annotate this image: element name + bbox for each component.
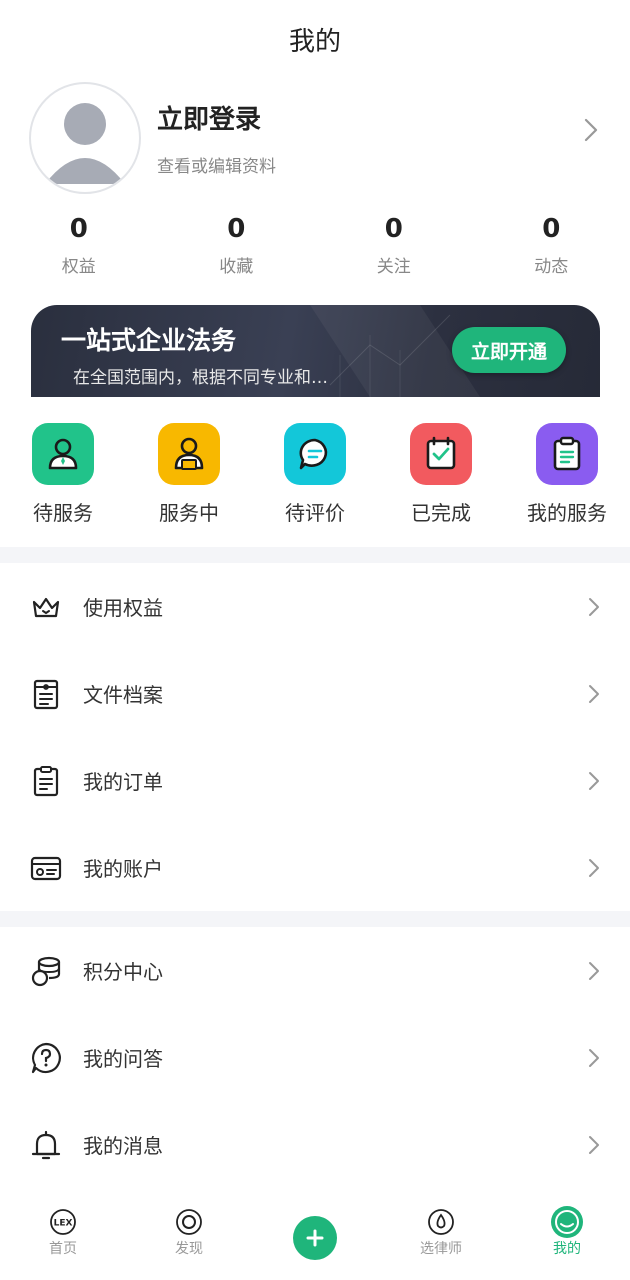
service-label: 我的服务: [527, 501, 607, 525]
menu-item-points-center[interactable]: 积分中心: [0, 927, 630, 1014]
service-my-services[interactable]: 我的服务: [504, 423, 630, 547]
stat-activity[interactable]: 0 动态: [473, 214, 630, 293]
menu-item-my-account[interactable]: 我的账户: [0, 824, 630, 911]
stat-following[interactable]: 0 关注: [315, 214, 473, 293]
tab-label: 首页: [49, 1241, 77, 1257]
file-archive-icon: [30, 678, 62, 710]
stat-label: 权益: [61, 257, 96, 277]
section-divider: [0, 911, 630, 927]
tab-label: 发现: [175, 1241, 203, 1257]
chevron-right-icon: [589, 1049, 599, 1067]
bell-icon: [30, 1129, 62, 1161]
section-divider: [0, 547, 630, 563]
activate-now-button[interactable]: 立即开通: [452, 327, 566, 373]
tab-choose-lawyer[interactable]: 选律师: [378, 1196, 504, 1280]
menu-label: 我的问答: [83, 1047, 163, 1071]
login-title[interactable]: 立即登录: [157, 99, 276, 136]
menu-label: 使用权益: [83, 596, 163, 620]
service-label: 待评价: [285, 501, 345, 525]
menu-item-file-archive[interactable]: 文件档案: [0, 650, 630, 737]
page-header: 我的: [0, 0, 630, 78]
menu-label: 我的消息: [83, 1134, 163, 1158]
pen-nib-icon: [428, 1209, 454, 1235]
menu-item-benefits[interactable]: 使用权益: [0, 563, 630, 650]
menu-item-my-orders[interactable]: 我的订单: [0, 737, 630, 824]
chevron-right-icon: [589, 772, 599, 790]
plus-icon: [306, 1229, 324, 1247]
chevron-right-icon: [589, 962, 599, 980]
clipboard-icon: [536, 423, 598, 485]
menu-group-1: 使用权益 文件档案 我的订单 我的账户: [0, 563, 630, 911]
edit-profile-hint: 查看或编辑资料: [157, 157, 276, 177]
default-avatar-icon: [45, 103, 125, 184]
stat-label: 关注: [376, 257, 411, 277]
account-card-icon: [30, 852, 62, 884]
stat-value: 0: [542, 214, 561, 244]
chevron-right-icon: [589, 1136, 599, 1154]
stat-benefits[interactable]: 0 权益: [0, 214, 158, 293]
menu-group-2: 积分中心 我的问答 我的消息: [0, 927, 630, 1188]
stat-label: 动态: [534, 257, 569, 277]
service-status-row: 待服务 服务中 待评价 已完成 我的服务: [0, 397, 630, 547]
lex-logo-text: LEX: [54, 1219, 73, 1229]
page-title: 我的: [288, 26, 341, 57]
tab-label: 选律师: [420, 1241, 462, 1257]
tab-discover[interactable]: 发现: [126, 1196, 252, 1280]
question-icon: [30, 1042, 62, 1074]
enterprise-legal-banner[interactable]: 一站式企业法务 在全国范围内，根据不同专业和… 立即开通: [31, 305, 600, 397]
chat-bubble-icon: [284, 423, 346, 485]
stat-label: 收藏: [219, 257, 254, 277]
mine-active-icon: [551, 1206, 583, 1238]
service-to-review[interactable]: 待评价: [252, 423, 378, 547]
tab-mine[interactable]: 我的: [504, 1196, 630, 1280]
service-label: 已完成: [411, 501, 471, 525]
chevron-right-icon: [589, 598, 599, 616]
service-pending[interactable]: 待服务: [0, 423, 126, 547]
coins-icon: [30, 955, 62, 987]
menu-item-my-qa[interactable]: 我的问答: [0, 1014, 630, 1101]
chevron-right-icon[interactable]: [584, 118, 598, 142]
service-label: 服务中: [159, 501, 219, 525]
avatar[interactable]: [29, 82, 141, 194]
stat-value: 0: [384, 214, 403, 244]
profile-login-row[interactable]: 立即登录 查看或编辑资料: [0, 78, 630, 198]
menu-label: 积分中心: [83, 960, 163, 984]
chevron-right-icon: [589, 685, 599, 703]
service-completed[interactable]: 已完成: [378, 423, 504, 547]
profile-text: 立即登录 查看或编辑资料: [157, 99, 276, 177]
order-clipboard-icon: [30, 765, 62, 797]
person-tie-icon: [32, 423, 94, 485]
lex-logo-icon: LEX: [50, 1209, 76, 1235]
menu-item-my-messages[interactable]: 我的消息: [0, 1101, 630, 1188]
bottom-tab-bar: LEX 首页 发现 选律师 我的: [0, 1196, 630, 1280]
banner-subtitle: 在全国范围内，根据不同专业和…: [73, 368, 328, 388]
add-button[interactable]: [293, 1216, 337, 1260]
menu-label: 我的账户: [83, 857, 163, 881]
person-laptop-icon: [158, 423, 220, 485]
stat-favorites[interactable]: 0 收藏: [158, 214, 316, 293]
calendar-check-icon: [410, 423, 472, 485]
menu-label: 文件档案: [83, 683, 163, 707]
tab-home[interactable]: LEX 首页: [0, 1196, 126, 1280]
stats-row: 0 权益 0 收藏 0 关注 0 动态: [0, 198, 630, 293]
tab-label: 我的: [553, 1241, 581, 1257]
chevron-right-icon: [589, 859, 599, 877]
discover-icon: [176, 1209, 202, 1235]
service-in-progress[interactable]: 服务中: [126, 423, 252, 547]
menu-label: 我的订单: [83, 770, 163, 794]
banner-title: 一站式企业法务: [61, 326, 237, 355]
stat-value: 0: [227, 214, 246, 244]
tab-add[interactable]: [252, 1196, 378, 1280]
service-label: 待服务: [33, 501, 93, 525]
crown-icon: [30, 591, 62, 623]
stat-value: 0: [69, 214, 88, 244]
